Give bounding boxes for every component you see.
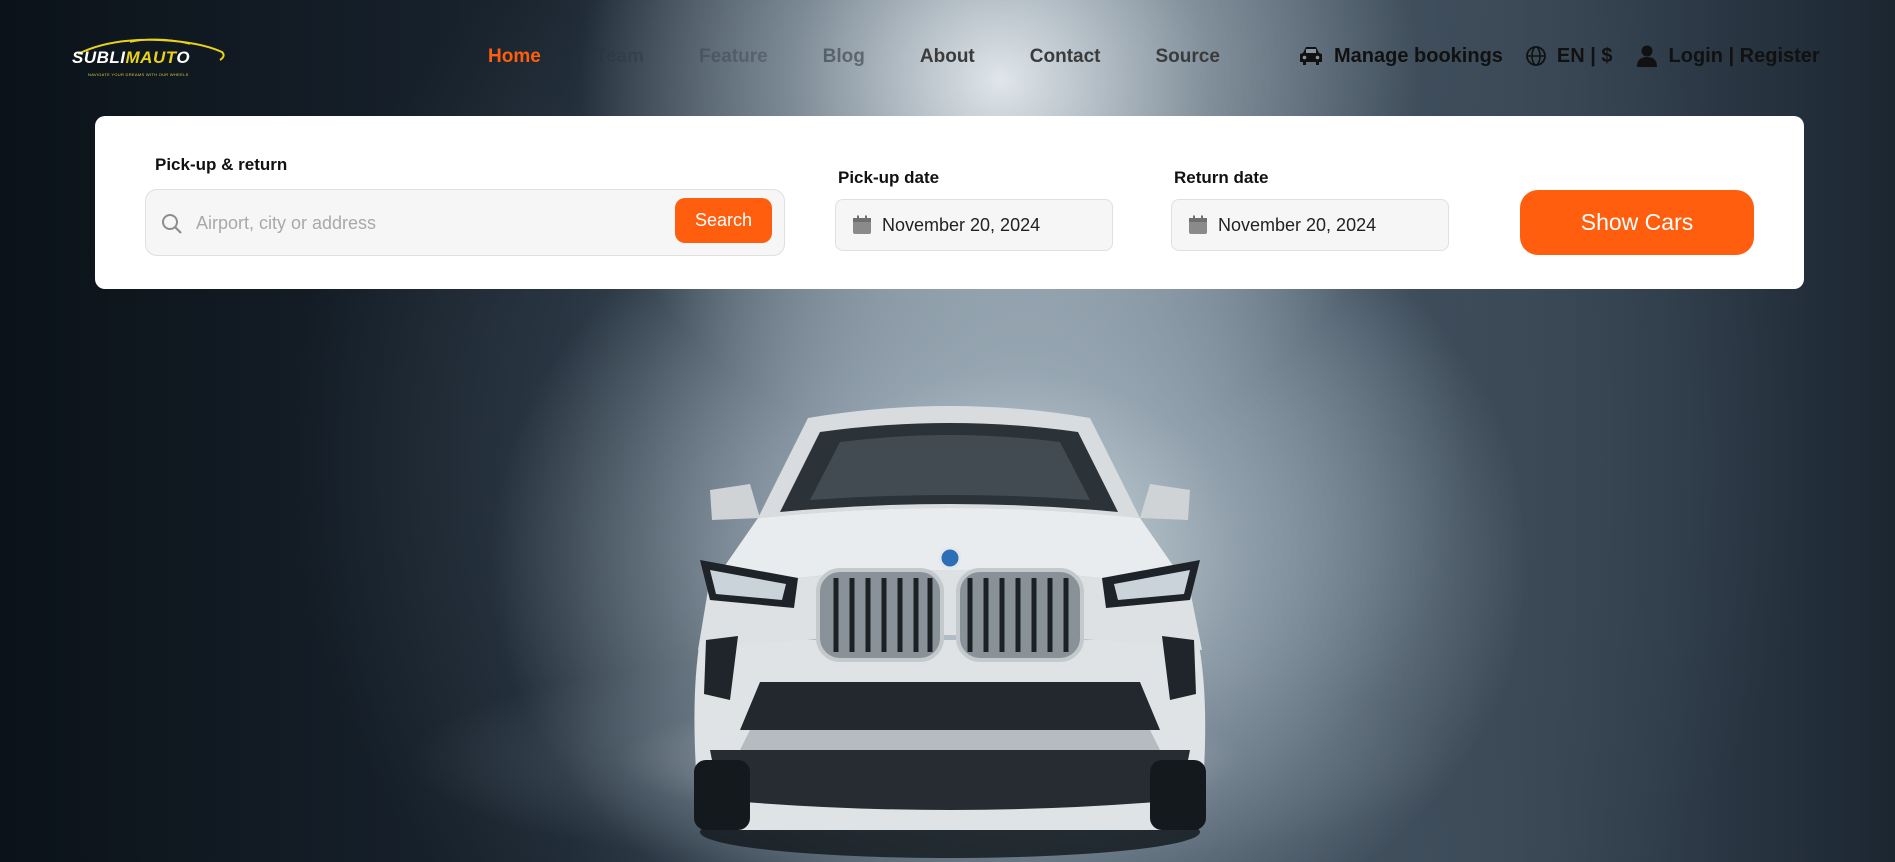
locale-selector[interactable]: EN | $ [1525,45,1613,68]
nav-link-contact[interactable]: Contact [1030,46,1101,70]
calendar-icon [853,215,871,234]
show-cars-button[interactable]: Show Cars [1520,190,1754,255]
search-icon [162,214,182,234]
car-image [694,406,1206,858]
nav-actions: Manage bookings EN | $ Login | Register [1298,44,1842,68]
return-date-field[interactable]: November 20, 2024 [1171,199,1449,251]
login-register-link[interactable]: Login | Register [1635,44,1820,68]
pickup-date-field[interactable]: November 20, 2024 [835,199,1113,251]
brand-logo[interactable]: SUBLIMAUTO NAVIGATE YOUR DREAMS WITH OUR… [70,34,230,82]
search-button[interactable]: Search [675,198,772,243]
main-nav: Home Team Feature Blog About Contact Sou… [488,46,1275,70]
location-input[interactable] [196,208,636,238]
nav-link-home[interactable]: Home [488,46,541,70]
return-date-value: November 20, 2024 [1218,214,1377,235]
nav-link-team[interactable]: Team [596,46,644,70]
nav-link-about[interactable]: About [920,46,975,70]
globe-icon [1526,46,1546,66]
calendar-icon [1189,215,1207,234]
location-field[interactable]: Search [145,189,785,256]
nav-link-source[interactable]: Source [1156,46,1220,70]
manage-bookings-link[interactable]: Manage bookings [1298,45,1503,68]
logo-tagline: NAVIGATE YOUR DREAMS WITH OUR WHEELS [88,72,189,77]
return-date-label: Return date [1174,168,1269,187]
location-label: Pick-up & return [155,155,288,174]
user-icon [1636,45,1657,67]
nav-link-feature[interactable]: Feature [699,46,768,70]
search-card: Pick-up & return Search Pick-up date Nov… [95,116,1804,289]
pickup-date-value: November 20, 2024 [882,214,1041,235]
nav-link-blog[interactable]: Blog [823,46,865,70]
logo-wordmark: SUBLIMAUTO [72,48,191,67]
pickup-date-label: Pick-up date [838,168,940,187]
car-icon [1300,47,1322,65]
